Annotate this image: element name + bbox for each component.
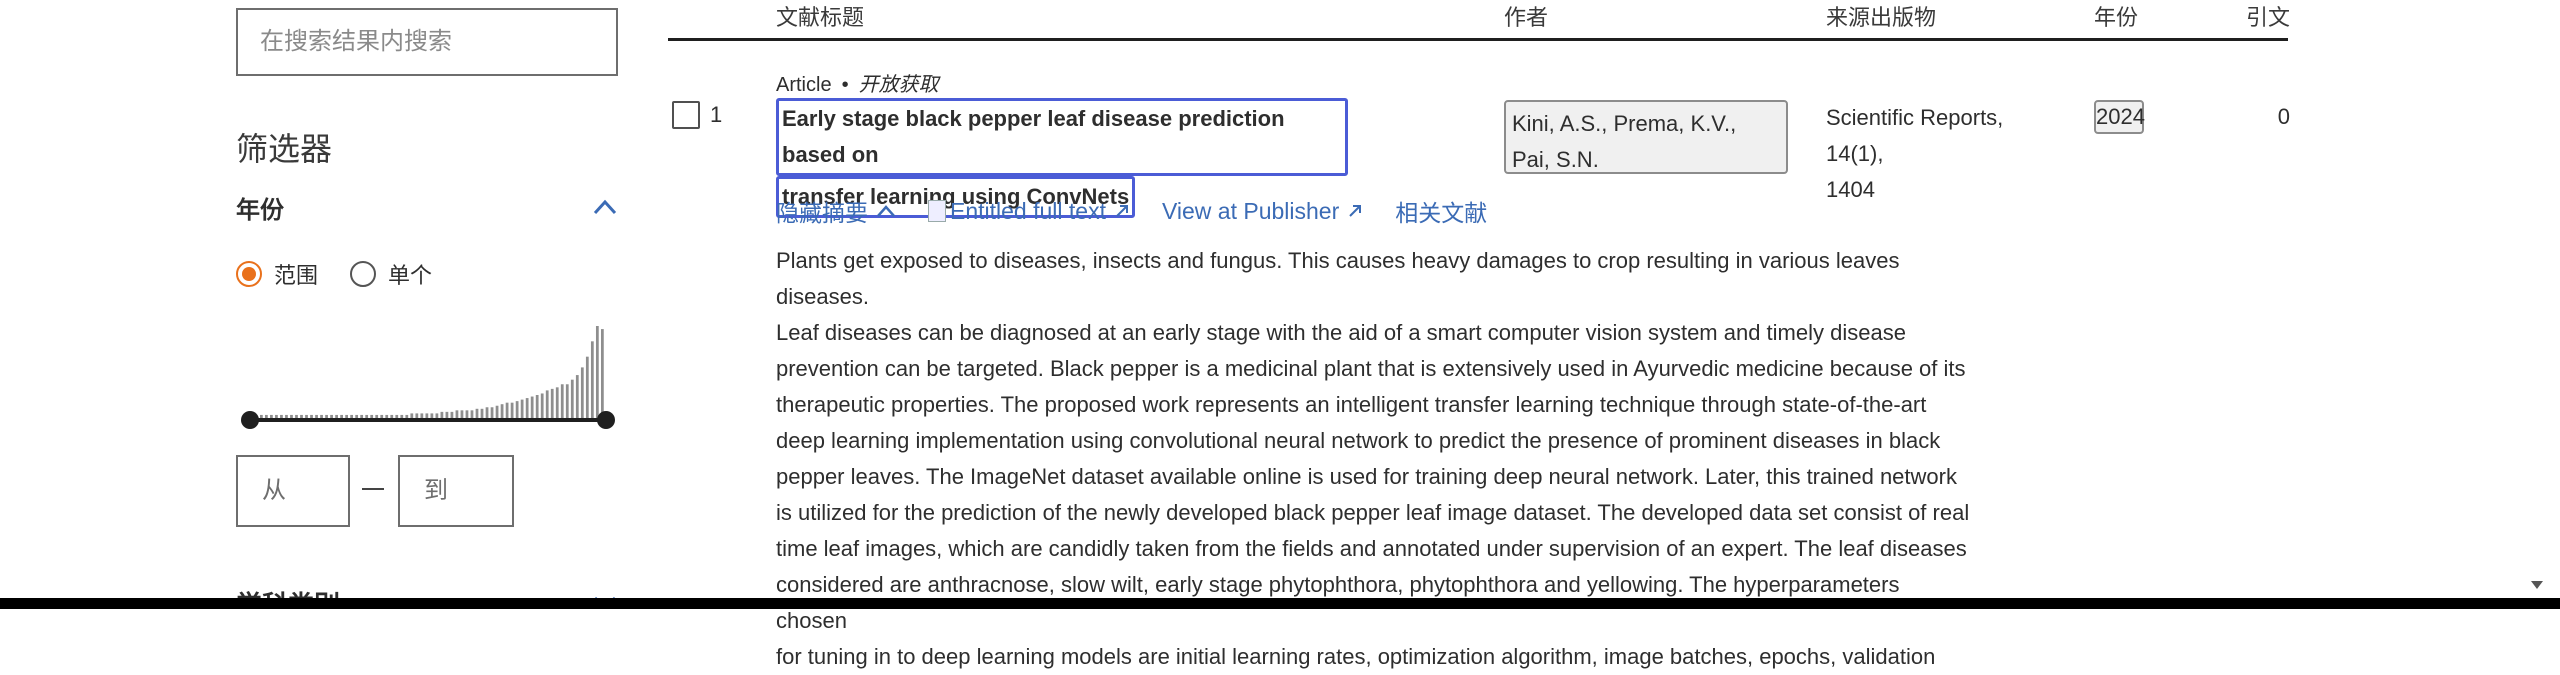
row-select-checkbox[interactable] xyxy=(672,101,700,129)
histogram-bar xyxy=(465,410,469,418)
abstract-line: prevention can be targeted. Black pepper… xyxy=(776,356,1966,381)
search-within-results-input[interactable]: 在搜索结果内搜索 xyxy=(236,8,618,76)
citation-count[interactable]: 0 xyxy=(2270,104,2290,130)
histogram-bar xyxy=(560,384,564,418)
histogram-bar xyxy=(535,395,539,418)
abstract-line: Leaf diseases can be diagnosed at an ear… xyxy=(776,320,1906,345)
histogram-bar xyxy=(600,329,604,418)
authors-link[interactable]: Kini, A.S., Prema, K.V., Pai, S.N. xyxy=(1504,100,1788,174)
histogram-bar xyxy=(595,326,599,418)
abstract-line: time leaf images, which are candidly tak… xyxy=(776,536,1967,561)
histogram-bar xyxy=(505,402,509,418)
abstract-line: for tuning in to deep learning models ar… xyxy=(776,644,1936,669)
histogram-bar xyxy=(480,408,484,418)
histogram-bar xyxy=(530,396,534,418)
year-histogram xyxy=(260,326,604,418)
abstract-line: deep learning implementation using convo… xyxy=(776,428,1941,453)
column-header-source[interactable]: 来源出版物 xyxy=(1826,0,1936,32)
chevron-up-icon[interactable] xyxy=(592,196,618,218)
histogram-bar xyxy=(520,399,524,418)
radio-checked-icon[interactable] xyxy=(236,261,262,287)
view-at-publisher-link[interactable]: View at Publisher xyxy=(1162,198,1363,225)
histogram-bar xyxy=(565,384,569,418)
histogram-bar xyxy=(570,379,574,418)
year-slider-handle-from[interactable] xyxy=(241,411,259,429)
histogram-bar xyxy=(550,388,554,418)
external-link-icon xyxy=(1116,205,1128,217)
column-header-authors[interactable]: 作者 xyxy=(1504,0,1548,32)
publication-year[interactable]: 2024 xyxy=(2094,100,2145,134)
row-index: 1 xyxy=(710,102,723,127)
hide-abstract-button[interactable]: 隐藏摘要 xyxy=(776,194,896,228)
document-type-line: Article • 开放获取 xyxy=(776,68,939,97)
chevron-up-icon[interactable] xyxy=(876,204,896,218)
histogram-bar xyxy=(475,408,479,418)
range-dash xyxy=(362,488,384,490)
histogram-bar xyxy=(525,398,529,418)
histogram-bar xyxy=(555,387,559,418)
abstract-line: pepper leaves. The ImageNet dataset avai… xyxy=(776,464,1957,489)
year-single-label: 单个 xyxy=(388,263,433,288)
column-header-year[interactable]: 年份 xyxy=(2094,0,2138,32)
hide-abstract-label[interactable]: 隐藏摘要 xyxy=(776,194,868,228)
year-slider-track[interactable] xyxy=(250,418,606,422)
year-slider-handle-to[interactable] xyxy=(597,411,615,429)
title-line-1[interactable]: Early stage black pepper leaf disease pr… xyxy=(776,98,1348,176)
histogram-bar xyxy=(455,410,459,418)
year-range-radio[interactable]: 范围 xyxy=(236,260,318,288)
histogram-bar xyxy=(485,407,489,418)
full-text-label[interactable]: Entitled full text xyxy=(950,198,1106,225)
column-header-citations[interactable]: 引文 xyxy=(2246,0,2290,32)
year-to-input[interactable]: 到 xyxy=(398,455,514,527)
histogram-bar xyxy=(585,356,589,418)
radio-unchecked-icon[interactable] xyxy=(350,261,376,287)
abstract-line: Plants get exposed to diseases, insects … xyxy=(776,248,1900,309)
histogram-bar xyxy=(575,375,579,418)
row-actions: 隐藏摘要 Entitled full text View at Publishe… xyxy=(776,193,1519,229)
view-at-publisher-label[interactable]: View at Publisher xyxy=(1162,198,1339,225)
abstract-line: is utilized for the prediction of the ne… xyxy=(776,500,1970,525)
histogram-bar xyxy=(515,401,519,418)
authors-line-2[interactable]: Pai, S.N. xyxy=(1512,142,1780,178)
document-type: Article xyxy=(776,74,832,96)
related-documents-label[interactable]: 相关文献 xyxy=(1395,194,1487,228)
histogram-bar xyxy=(460,410,464,418)
broken-image-icon xyxy=(928,200,946,222)
source-line-1: Scientific Reports, 14(1), xyxy=(1826,105,2004,166)
histogram-bar xyxy=(580,367,584,418)
histogram-bar xyxy=(470,410,474,418)
histogram-bar xyxy=(495,405,499,418)
external-link-icon xyxy=(1349,205,1362,217)
filters-title: 筛选器 xyxy=(236,131,333,167)
histogram-bar xyxy=(510,402,514,418)
source-publication: Scientific Reports, 14(1), 1404 xyxy=(1826,100,2066,208)
scroll-down-arrow-icon[interactable] xyxy=(2530,580,2544,590)
year-range-label: 范围 xyxy=(274,263,319,288)
related-documents-link[interactable]: 相关文献 xyxy=(1395,194,1487,228)
column-header-title[interactable]: 文献标题 xyxy=(776,0,864,32)
year-filter-title[interactable]: 年份 xyxy=(236,190,284,225)
entitled-full-text-link[interactable]: Entitled full text xyxy=(928,198,1130,225)
histogram-bar xyxy=(490,407,494,418)
open-access-label: 开放获取 xyxy=(858,74,939,96)
abstract-text: Plants get exposed to diseases, insects … xyxy=(776,243,1976,675)
histogram-bar xyxy=(545,390,549,418)
year-from-input[interactable]: 从 xyxy=(236,455,350,527)
histogram-bar xyxy=(500,404,504,418)
bottom-bar xyxy=(0,598,2560,609)
authors-line-1[interactable]: Kini, A.S., Prema, K.V., xyxy=(1512,106,1780,142)
histogram-bar xyxy=(590,341,594,418)
source-line-2: 1404 xyxy=(1826,177,1875,202)
type-separator: • xyxy=(841,74,849,96)
abstract-line: therapeutic properties. The proposed wor… xyxy=(776,392,1927,417)
histogram-bar xyxy=(540,393,544,418)
header-divider xyxy=(668,38,2288,41)
year-single-radio[interactable]: 单个 xyxy=(350,260,432,288)
